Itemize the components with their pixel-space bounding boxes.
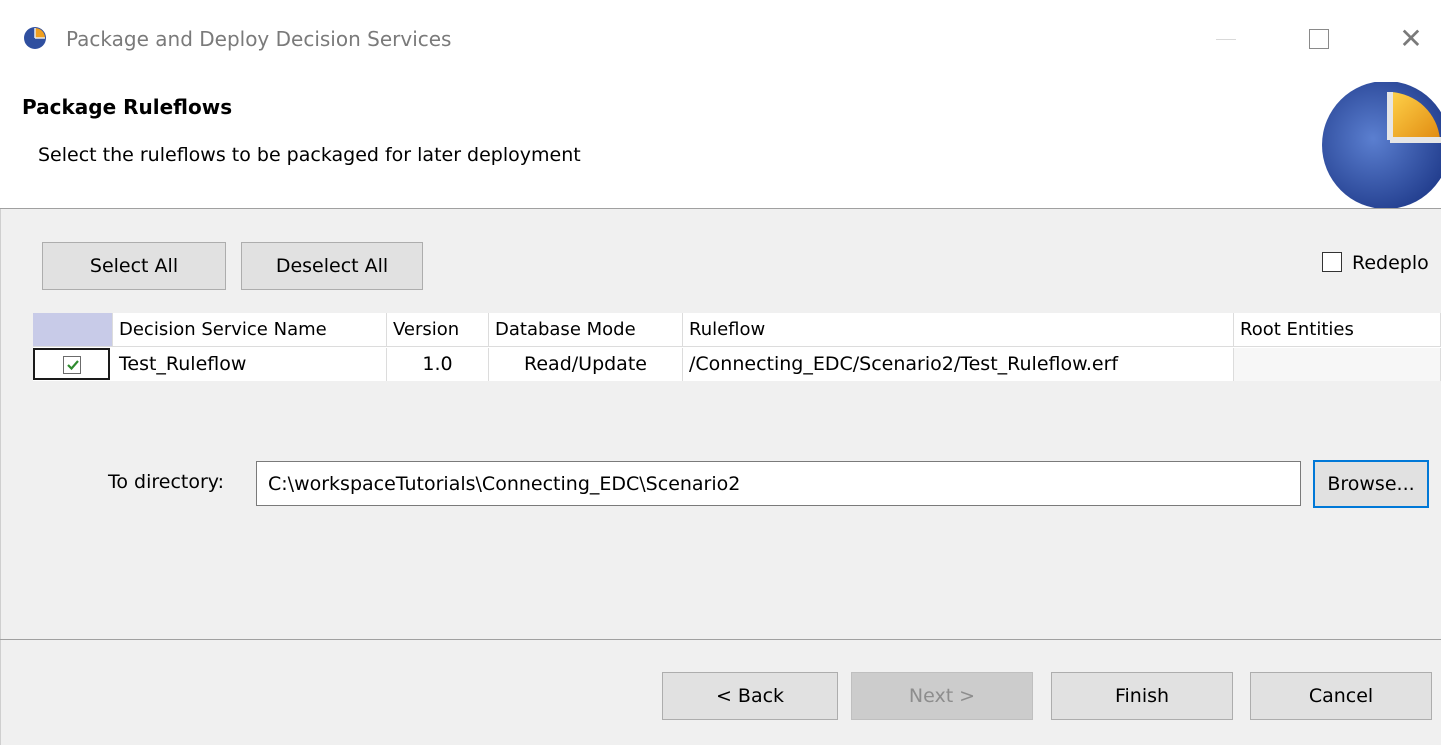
table-row-select-cell[interactable] (33, 348, 110, 380)
footer-separator (0, 639, 1441, 640)
back-button[interactable]: < Back (662, 672, 838, 720)
cell-ruleflow[interactable]: /Connecting_EDC/Scenario2/Test_Ruleflow.… (683, 348, 1234, 381)
redeploy-label: Redeplo (1352, 252, 1429, 274)
next-button[interactable]: Next > (851, 672, 1033, 720)
column-header-database-mode[interactable]: Database Mode (489, 313, 683, 347)
cell-decision-service-name[interactable]: Test_Ruleflow (113, 348, 387, 381)
maximize-button[interactable] (1289, 14, 1349, 64)
select-all-button[interactable]: Select All (42, 242, 226, 290)
column-header-name[interactable]: Decision Service Name (113, 313, 387, 347)
directory-input[interactable] (256, 461, 1301, 506)
page-description: Select the ruleflows to be packaged for … (38, 144, 581, 166)
pie-chart-icon (1318, 82, 1441, 208)
title-bar: Package and Deploy Decision Services ✕ (0, 0, 1441, 80)
close-button[interactable]: ✕ (1381, 14, 1441, 64)
ruleflow-table: Decision Service Name Version Database M… (33, 313, 1441, 381)
browse-button[interactable]: Browse... (1313, 460, 1429, 508)
cell-root-entities[interactable] (1234, 348, 1441, 381)
column-header-ruleflow[interactable]: Ruleflow (683, 313, 1234, 347)
cell-version[interactable]: 1.0 (387, 348, 489, 381)
row-checkbox[interactable] (63, 356, 81, 374)
maximize-icon (1309, 29, 1329, 49)
checkmark-icon (67, 360, 79, 371)
page-title: Package Ruleflows (22, 95, 233, 119)
cell-database-mode[interactable]: Read/Update (489, 348, 683, 381)
minimize-button[interactable] (1196, 14, 1256, 64)
redeploy-checkbox[interactable] (1322, 252, 1342, 272)
column-header-root-entities[interactable]: Root Entities (1234, 313, 1441, 347)
deselect-all-button[interactable]: Deselect All (241, 242, 423, 290)
column-header-version[interactable]: Version (387, 313, 489, 347)
window-title: Package and Deploy Decision Services (66, 27, 452, 51)
minimize-icon (1216, 38, 1236, 40)
finish-button[interactable]: Finish (1051, 672, 1233, 720)
directory-label: To directory: (108, 471, 225, 493)
column-header-select[interactable] (33, 313, 113, 347)
close-icon: ✕ (1399, 22, 1423, 55)
cancel-button[interactable]: Cancel (1250, 672, 1432, 720)
pie-chart-icon (23, 26, 47, 50)
